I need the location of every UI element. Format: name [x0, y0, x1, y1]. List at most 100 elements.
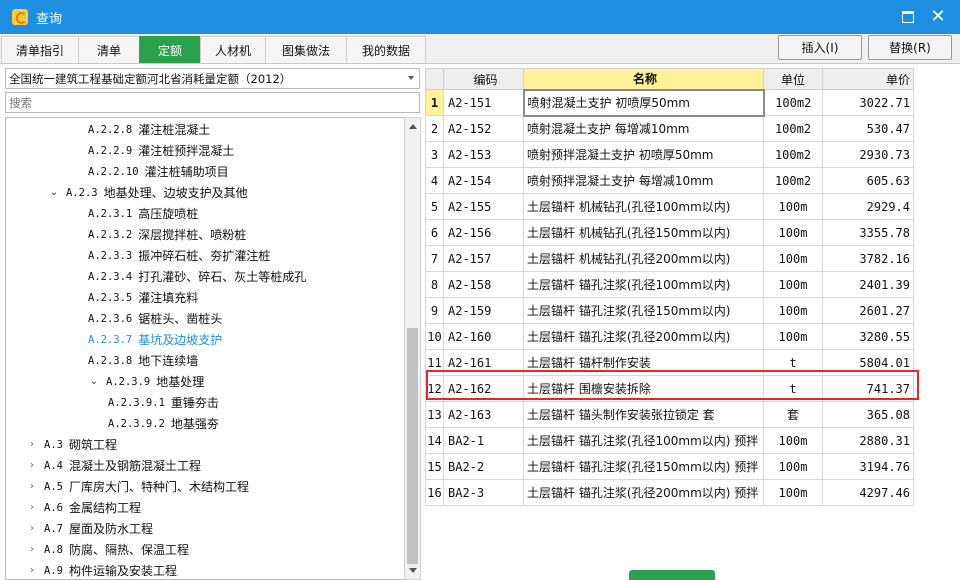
cell-unit[interactable]: 100m: [763, 323, 823, 350]
maximize-icon[interactable]: [899, 8, 917, 26]
cell-code[interactable]: A2-151: [443, 89, 524, 116]
cell-name[interactable]: 土层锚杆 锚杆制作安装: [523, 349, 764, 376]
table-row[interactable]: 14 BA2-1 土层锚杆 锚孔注浆(孔径100mm以内) 预拌 100m 2880.3…: [425, 427, 914, 454]
row-index[interactable]: 9: [425, 297, 444, 324]
tree-item[interactable]: A.2.3.6 锯桩头、凿桩头: [6, 308, 404, 329]
tree-item[interactable]: ⌄ A.2.3 地基处理、边坡支护及其他: [6, 182, 404, 203]
tab-atlas-method[interactable]: 图集做法: [265, 36, 347, 63]
bottom-collapse-handle[interactable]: [629, 570, 715, 580]
tree-item[interactable]: A.2.3.7 基坑及边坡支护: [6, 329, 404, 350]
expand-chevron-icon[interactable]: ›: [26, 439, 38, 451]
row-index[interactable]: 1: [425, 89, 444, 116]
cell-price[interactable]: 605.63: [822, 167, 914, 194]
cell-price[interactable]: 3280.55: [822, 323, 914, 350]
cell-unit[interactable]: 100m: [763, 193, 823, 220]
tree-item[interactable]: › A.4 混凝土及钢筋混凝土工程: [6, 455, 404, 476]
header-price[interactable]: 单价: [822, 68, 914, 90]
cell-unit[interactable]: 100m: [763, 271, 823, 298]
cell-price[interactable]: 530.47: [822, 115, 914, 142]
scroll-down-icon[interactable]: [405, 562, 420, 579]
insert-button[interactable]: 插入(I): [778, 35, 862, 60]
scrollbar-thumb[interactable]: [407, 328, 418, 564]
row-index[interactable]: 2: [425, 115, 444, 142]
table-row[interactable]: 5 A2-155 土层锚杆 机械钻孔(孔径100mm以内) 100m 2929.4: [425, 193, 914, 220]
tree-item[interactable]: A.2.2.10 灌注桩辅助项目: [6, 161, 404, 182]
tree-item[interactable]: ⌄ A.2.3.9 地基处理: [6, 371, 404, 392]
tree-item[interactable]: A.2.3.3 振冲碎石桩、夯扩灌注桩: [6, 245, 404, 266]
collapse-chevron-icon[interactable]: ⌄: [48, 187, 60, 199]
cell-unit[interactable]: 100m: [763, 245, 823, 272]
tree-item[interactable]: › A.5 厂库房大门、特种门、木结构工程: [6, 476, 404, 497]
cell-price[interactable]: 2929.4: [822, 193, 914, 220]
table-row[interactable]: 7 A2-157 土层锚杆 机械钻孔(孔径200mm以内) 100m 3782.16: [425, 245, 914, 272]
tree-item[interactable]: › A.8 防腐、隔热、保温工程: [6, 539, 404, 560]
close-icon[interactable]: ✕: [929, 8, 947, 26]
cell-unit[interactable]: 100m2: [763, 141, 823, 168]
row-index[interactable]: 6: [425, 219, 444, 246]
row-index[interactable]: 14: [425, 427, 444, 454]
tree-item[interactable]: › A.6 金属结构工程: [6, 497, 404, 518]
header-unit[interactable]: 单位: [763, 68, 823, 90]
table-row[interactable]: 16 BA2-3 土层锚杆 锚孔注浆(孔径200mm以内) 预拌 100m 4297.4…: [425, 479, 914, 506]
row-index[interactable]: 8: [425, 271, 444, 298]
tab-labor-material-machine[interactable]: 人材机: [200, 36, 266, 63]
cell-name[interactable]: 土层锚杆 锚孔注浆(孔径200mm以内) 预拌: [523, 479, 764, 506]
table-row[interactable]: 3 A2-153 喷射预拌混凝土支护 初喷厚50mm 100m2 2930.73: [425, 141, 914, 168]
cell-price[interactable]: 2401.39: [822, 271, 914, 298]
cell-name[interactable]: 土层锚杆 机械钻孔(孔径100mm以内): [523, 193, 764, 220]
cell-unit[interactable]: 100m: [763, 427, 823, 454]
table-row[interactable]: 13 A2-163 土层锚杆 锚头制作安装张拉锁定 套套 365.08: [425, 401, 914, 428]
cell-code[interactable]: BA2-1: [443, 427, 524, 454]
replace-button[interactable]: 替换(R): [868, 35, 952, 60]
row-index[interactable]: 3: [425, 141, 444, 168]
quota-library-dropdown[interactable]: 全国统一建筑工程基础定额河北省消耗量定额（2012）: [5, 68, 420, 89]
row-index[interactable]: 16: [425, 479, 444, 506]
cell-name[interactable]: 土层锚杆 锚孔注浆(孔径150mm以内): [523, 297, 764, 324]
cell-name[interactable]: 土层锚杆 锚头制作安装张拉锁定 套: [523, 401, 764, 428]
row-index[interactable]: 11: [425, 349, 444, 376]
cell-unit[interactable]: t: [763, 375, 823, 402]
tree-item[interactable]: A.2.3.4 打孔灌砂、碎石、灰土等桩成孔: [6, 266, 404, 287]
tab-quota[interactable]: 定额: [139, 36, 201, 63]
table-row[interactable]: 15 BA2-2 土层锚杆 锚孔注浆(孔径150mm以内) 预拌 100m 3194.7…: [425, 453, 914, 480]
table-row[interactable]: 10 A2-160 土层锚杆 锚孔注浆(孔径200mm以内) 100m 3280.55: [425, 323, 914, 350]
tree-item[interactable]: › A.3 砌筑工程: [6, 434, 404, 455]
row-index[interactable]: 12: [425, 375, 444, 402]
table-row[interactable]: 4 A2-154 喷射预拌混凝土支护 每增减10mm 100m2 605.63: [425, 167, 914, 194]
cell-price[interactable]: 5804.01: [822, 349, 914, 376]
cell-price[interactable]: 2930.73: [822, 141, 914, 168]
cell-price[interactable]: 3194.76: [822, 453, 914, 480]
cell-code[interactable]: A2-155: [443, 193, 524, 220]
cell-price[interactable]: 2601.27: [822, 297, 914, 324]
row-index[interactable]: 5: [425, 193, 444, 220]
cell-name[interactable]: 土层锚杆 锚孔注浆(孔径100mm以内): [523, 271, 764, 298]
cell-name[interactable]: 土层锚杆 锚孔注浆(孔径100mm以内) 预拌: [523, 427, 764, 454]
cell-code[interactable]: A2-161: [443, 349, 524, 376]
tree-item[interactable]: › A.9 构件运输及安装工程: [6, 560, 404, 579]
header-code[interactable]: 编码: [443, 68, 524, 90]
expand-chevron-icon[interactable]: ›: [26, 460, 38, 472]
cell-price[interactable]: 2880.31: [822, 427, 914, 454]
chevron-down-icon[interactable]: [408, 76, 414, 80]
cell-code[interactable]: BA2-3: [443, 479, 524, 506]
table-row[interactable]: 11 A2-161 土层锚杆 锚杆制作安装 t 5804.01: [425, 349, 914, 376]
tab-my-data[interactable]: 我的数据: [346, 36, 426, 63]
cell-name[interactable]: 喷射混凝土支护 初喷厚50mm: [522, 88, 765, 117]
scroll-up-icon[interactable]: [405, 118, 420, 135]
tree-item[interactable]: A.2.3.5 灌注填充料: [6, 287, 404, 308]
tree-item[interactable]: A.2.2.9 灌注桩预拌混凝土: [6, 140, 404, 161]
cell-unit[interactable]: 100m: [763, 453, 823, 480]
cell-unit[interactable]: 100m: [763, 479, 823, 506]
tree-item[interactable]: A.2.3.8 地下连续墙: [6, 350, 404, 371]
cell-name[interactable]: 土层锚杆 机械钻孔(孔径200mm以内): [523, 245, 764, 272]
table-row[interactable]: 6 A2-156 土层锚杆 机械钻孔(孔径150mm以内) 100m 3355.78: [425, 219, 914, 246]
cell-price[interactable]: 3022.71: [822, 89, 914, 116]
cell-price[interactable]: 4297.46: [822, 479, 914, 506]
tree-item[interactable]: A.2.3.9.1 重锤夯击: [6, 392, 404, 413]
cell-name[interactable]: 土层锚杆 锚孔注浆(孔径200mm以内): [523, 323, 764, 350]
cell-name[interactable]: 土层锚杆 锚孔注浆(孔径150mm以内) 预拌: [523, 453, 764, 480]
cell-unit[interactable]: 100m2: [763, 167, 823, 194]
table-row[interactable]: 1 A2-151 喷射混凝土支护 初喷厚50mm 100m2 3022.71: [425, 88, 914, 117]
tab-bill-guide[interactable]: 清单指引: [1, 36, 79, 63]
header-name[interactable]: 名称: [523, 68, 764, 90]
